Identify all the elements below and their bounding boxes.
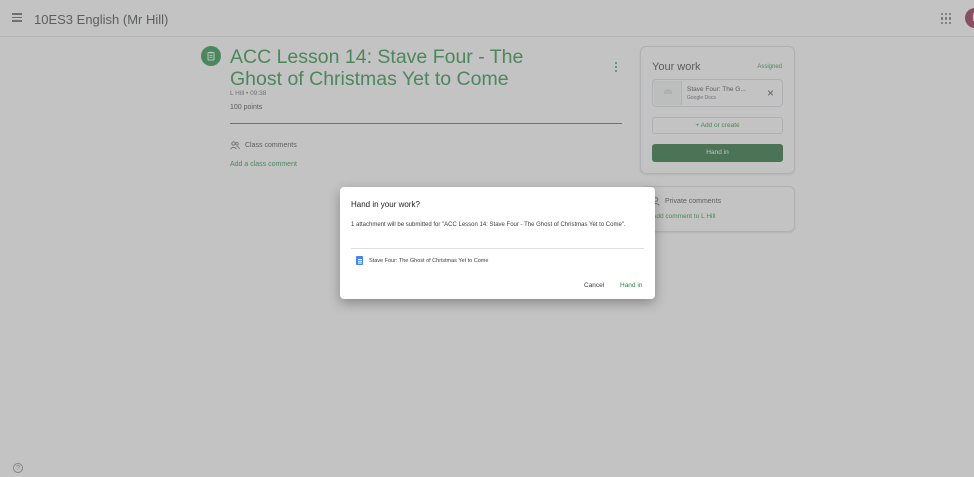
dialog-divider (351, 248, 644, 249)
confirm-hand-in-button[interactable]: Hand in (620, 282, 642, 289)
dialog-file-name: Stave Four: The Ghost of Christmas Yet t… (369, 257, 489, 264)
hand-in-dialog: Hand in your work? 1 attachment will be … (340, 187, 655, 299)
dialog-attachment[interactable]: Stave Four: The Ghost of Christmas Yet t… (356, 256, 488, 265)
dialog-title: Hand in your work? (351, 200, 420, 209)
google-docs-icon (356, 256, 363, 265)
cancel-button[interactable]: Cancel (584, 282, 604, 289)
dialog-message: 1 attachment will be submitted for "ACC … (351, 222, 626, 228)
